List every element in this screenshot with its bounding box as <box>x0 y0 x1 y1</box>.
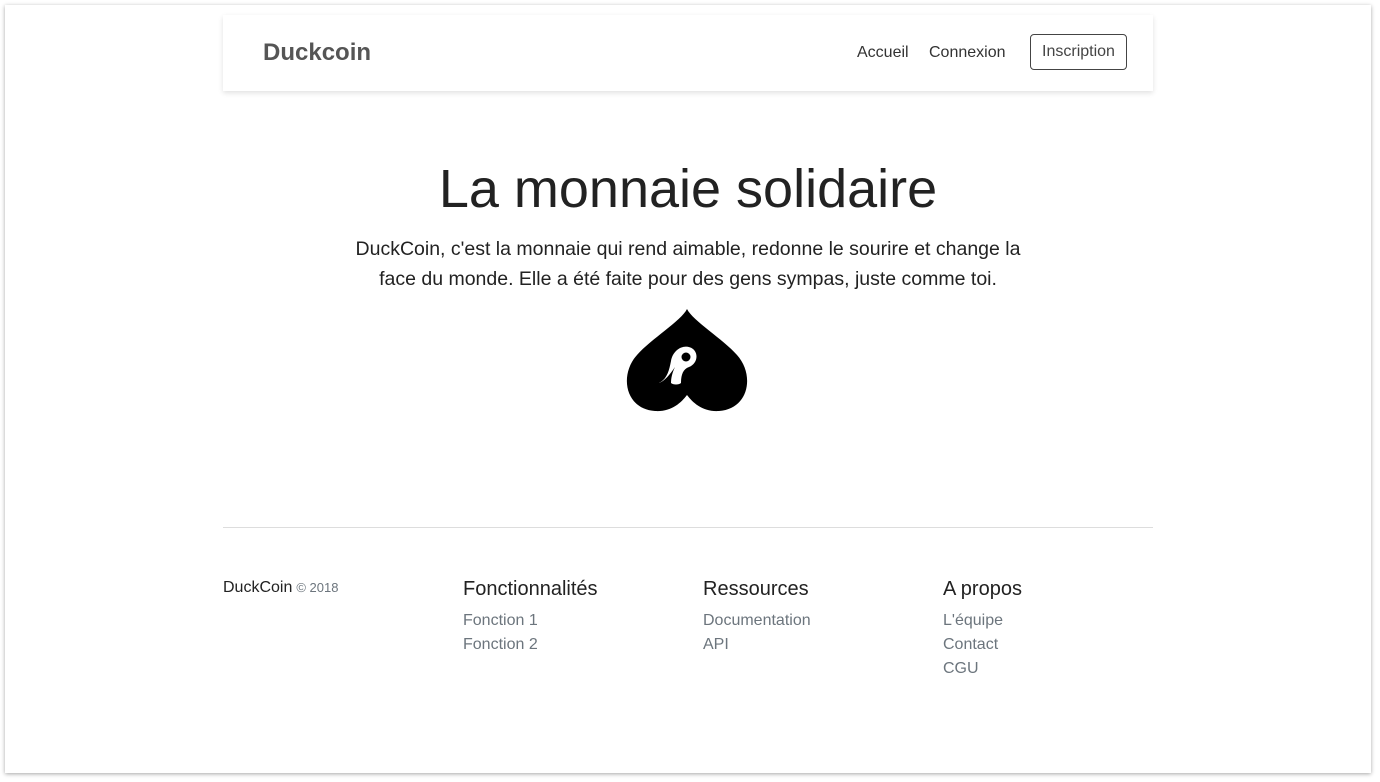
footer-divider <box>223 527 1153 528</box>
nav-link-connexion[interactable]: Connexion <box>929 44 1006 62</box>
footer-link-fonction-2[interactable]: Fonction 2 <box>463 633 598 657</box>
footer-heading: Fonctionnalités <box>463 578 598 600</box>
footer-column-fonctionnalites: Fonctionnalités Fonction 1 Fonction 2 <box>463 577 598 657</box>
footer-link-equipe[interactable]: L'équipe <box>943 609 1022 633</box>
footer-heading: A propos <box>943 578 1022 600</box>
footer-link-documentation[interactable]: Documentation <box>703 609 811 633</box>
footer-copyright: © 2018 <box>296 580 339 595</box>
nav-link-accueil[interactable]: Accueil <box>857 44 909 62</box>
duck-spade-logo-icon <box>626 309 748 412</box>
browser-viewport: Duckcoin Accueil Connexion Inscription L… <box>5 5 1371 773</box>
footer-brand: DuckCoin © 2018 <box>223 579 338 597</box>
top-navbar: Duckcoin Accueil Connexion Inscription <box>223 15 1153 91</box>
footer-column-ressources: Ressources Documentation API <box>703 577 811 657</box>
signup-button[interactable]: Inscription <box>1030 34 1127 70</box>
footer-link-fonction-1[interactable]: Fonction 1 <box>463 609 598 633</box>
brand-link[interactable]: Duckcoin <box>263 39 371 67</box>
footer-link-cgu[interactable]: CGU <box>943 657 1022 681</box>
hero-title: La monnaie solidaire <box>438 159 938 219</box>
footer-brand-name: DuckCoin <box>223 579 293 596</box>
footer-heading: Ressources <box>703 578 809 600</box>
footer-link-api[interactable]: API <box>703 633 811 657</box>
hero-description: DuckCoin, c'est la monnaie qui rend aima… <box>355 238 1021 290</box>
footer-link-contact[interactable]: Contact <box>943 633 1022 657</box>
footer-column-a-propos: A propos L'équipe Contact CGU <box>943 577 1022 681</box>
